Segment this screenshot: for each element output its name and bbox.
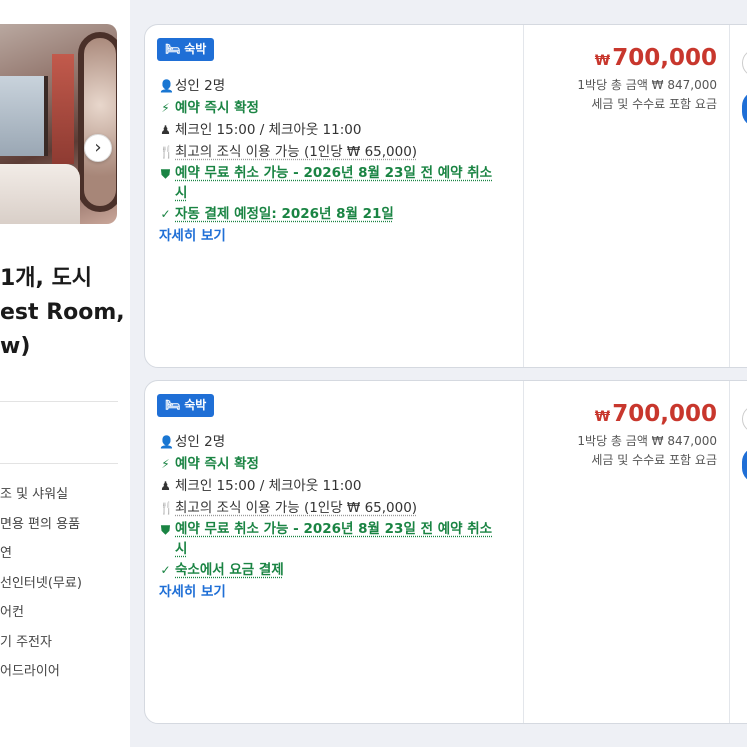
nightly-price: ₩700,000 [525, 43, 717, 76]
column-divider [729, 381, 730, 723]
room-title-line: w) [0, 334, 31, 359]
total-price: 1박당 총 금액 ₩ 847,000 [577, 78, 717, 92]
checkin-icon: ♟ [160, 479, 171, 493]
guests-row: 👤 성인 2명 [159, 75, 509, 97]
instant-confirm-row: ⚡ 예약 즉시 확정 [159, 453, 509, 475]
divider [0, 401, 118, 402]
price-amount: 700,000 [612, 401, 717, 427]
person-icon: 👤 [159, 435, 174, 449]
column-divider [523, 25, 524, 367]
check-icon: ✓ [160, 207, 171, 221]
payment-row: ✓ 자동 결제 예정일: 2026년 8월 21일 [159, 203, 509, 225]
cutlery-icon: 🍴 [159, 501, 174, 515]
column-divider [729, 25, 730, 367]
shield-check-icon: ⛊ [160, 523, 170, 537]
checkin-row: ♟ 체크인 15:00 / 체크아웃 11:00 [159, 475, 509, 497]
guests-text: 성인 2명 [175, 78, 226, 94]
payment-text[interactable]: 자동 결제 예정일: 2026년 8월 21일 [175, 203, 394, 225]
price-box: ₩700,000 1박당 총 금액 ₩ 847,000 세금 및 수수료 포함 … [525, 43, 717, 114]
instant-confirm-text: 예약 즉시 확정 [175, 100, 259, 116]
tax-note: 세금 및 수수료 포함 요금 [591, 453, 717, 467]
instant-confirm-row: ⚡ 예약 즉시 확정 [159, 97, 509, 119]
bolt-icon: ⚡ [161, 457, 170, 471]
photo-curtain-detail [52, 54, 74, 164]
payment-text[interactable]: 숙소에서 요금 결제 [175, 559, 284, 581]
guests-text: 성인 2명 [175, 434, 226, 450]
checkin-row: ♟ 체크인 15:00 / 체크아웃 11:00 [159, 119, 509, 141]
total-price: 1박당 총 금액 ₩ 847,000 [577, 434, 717, 448]
divider [0, 463, 118, 464]
instant-confirm-text: 예약 즉시 확정 [175, 456, 259, 472]
free-cancel-row: ⛊ 예약 무료 취소 가능 - 2026년 8월 23일 전 예약 취소 시 [159, 519, 509, 559]
free-cancel-text[interactable]: 예약 무료 취소 가능 - 2026년 8월 23일 전 예약 취소 시 [175, 163, 509, 203]
breakfast-text[interactable]: 최고의 조식 이용 가능 (1인당 ₩ 65,000) [175, 497, 417, 519]
checkin-text: 체크인 15:00 / 체크아웃 11:00 [175, 122, 362, 138]
amenity-item: 면용 편의 용품 [0, 516, 81, 532]
cutlery-icon: 🍴 [159, 145, 174, 159]
guests-row: 👤 성인 2명 [159, 431, 509, 453]
amenity-item: 선인터넷(무료) [0, 575, 82, 591]
offer-details: 👤 성인 2명 ⚡ 예약 즉시 확정 ♟ 체크인 15:00 / 체크아웃 11… [159, 431, 509, 603]
stay-badge-label: 숙박 [184, 398, 207, 412]
currency-symbol: ₩ [594, 409, 611, 425]
breakfast-text[interactable]: 최고의 조식 이용 가능 (1인당 ₩ 65,000) [175, 141, 417, 163]
bed-icon: 🛏 [165, 398, 181, 412]
view-details-link[interactable]: 자세히 보기 [159, 581, 509, 603]
stay-badge-label: 숙박 [184, 42, 207, 56]
column-divider [523, 381, 524, 723]
price-box: ₩700,000 1박당 총 금액 ₩ 847,000 세금 및 수수료 포함 … [525, 399, 717, 470]
amenity-item: 조 및 샤워실 [0, 487, 69, 502]
chevron-right-icon: › [94, 137, 102, 158]
reserve-button[interactable] [742, 447, 747, 483]
person-icon: 👤 [159, 79, 174, 93]
checkin-icon: ♟ [160, 123, 171, 137]
amenity-list: 조 및 샤워실 면용 편의 용품 연 선인터넷(무료) 어컨 기 주전자 어드라… [0, 480, 130, 687]
view-details-link[interactable]: 자세히 보기 [159, 225, 509, 247]
bolt-icon: ⚡ [161, 101, 170, 115]
shield-check-icon: ⛊ [160, 167, 170, 181]
photo-window-detail [0, 76, 48, 156]
offer-details: 👤 성인 2명 ⚡ 예약 즉시 확정 ♟ 체크인 15:00 / 체크아웃 11… [159, 75, 509, 247]
amenity-item: 연 [0, 546, 12, 561]
room-title-line: 1개, 도시 [0, 266, 93, 291]
room-photo[interactable]: › [0, 24, 117, 224]
room-summary-panel: › 1개, 도시 est Room, w) 조 및 샤워실 면용 편의 용품 연… [0, 0, 130, 747]
amenity-item: 어드라이어 [0, 664, 60, 679]
photo-bed-detail [0, 164, 80, 224]
check-icon: ✓ [160, 563, 171, 577]
amenity-item: 어컨 [0, 605, 24, 620]
wishlist-toggle[interactable] [742, 49, 747, 77]
stay-badge: 🛏 숙박 [157, 394, 215, 417]
currency-symbol: ₩ [594, 53, 611, 69]
room-title-line: est Room, [0, 300, 125, 325]
amenity-item: 기 주전자 [0, 634, 52, 650]
photo-mirror-detail [78, 32, 117, 212]
wishlist-toggle[interactable] [742, 405, 747, 433]
rate-offer-card: 🛏 숙박 👤 성인 2명 ⚡ 예약 즉시 확정 ♟ 체크인 15:00 / 체크… [144, 24, 747, 368]
next-photo-button[interactable]: › [84, 134, 112, 162]
tax-note: 세금 및 수수료 포함 요금 [591, 97, 717, 111]
free-cancel-text[interactable]: 예약 무료 취소 가능 - 2026년 8월 23일 전 예약 취소 시 [175, 519, 509, 559]
reserve-button[interactable] [742, 91, 747, 127]
room-title: 1개, 도시 est Room, w) [0, 262, 130, 364]
price-amount: 700,000 [612, 45, 717, 71]
stay-badge: 🛏 숙박 [157, 38, 215, 61]
free-cancel-row: ⛊ 예약 무료 취소 가능 - 2026년 8월 23일 전 예약 취소 시 [159, 163, 509, 203]
rate-offer-card: 🛏 숙박 👤 성인 2명 ⚡ 예약 즉시 확정 ♟ 체크인 15:00 / 체크… [144, 380, 747, 724]
bed-icon: 🛏 [165, 42, 181, 56]
checkin-text: 체크인 15:00 / 체크아웃 11:00 [175, 478, 362, 494]
breakfast-row: 🍴 최고의 조식 이용 가능 (1인당 ₩ 65,000) [159, 141, 509, 163]
payment-row: ✓ 숙소에서 요금 결제 [159, 559, 509, 581]
breakfast-row: 🍴 최고의 조식 이용 가능 (1인당 ₩ 65,000) [159, 497, 509, 519]
nightly-price: ₩700,000 [525, 399, 717, 432]
